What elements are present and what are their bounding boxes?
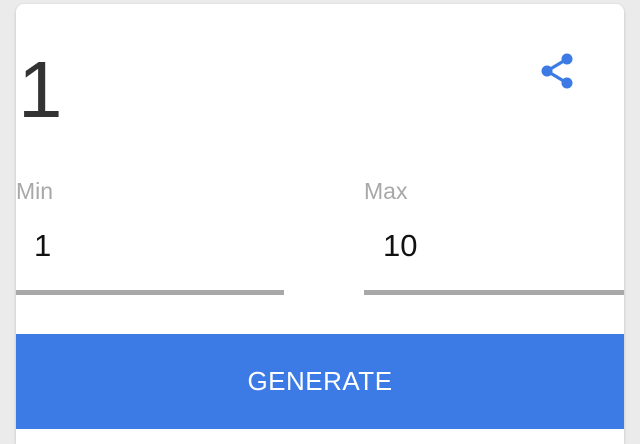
max-input[interactable] xyxy=(383,226,613,266)
share-icon[interactable] xyxy=(535,49,579,93)
max-underline xyxy=(364,290,624,295)
max-label: Max xyxy=(364,178,408,204)
min-input[interactable] xyxy=(34,226,274,266)
min-underline xyxy=(16,290,284,295)
random-number-card: 1 Min Max GENERATE xyxy=(16,4,624,444)
min-label: Min xyxy=(16,178,54,204)
generate-button[interactable]: GENERATE xyxy=(16,334,624,429)
generated-number: 1 xyxy=(18,45,63,134)
